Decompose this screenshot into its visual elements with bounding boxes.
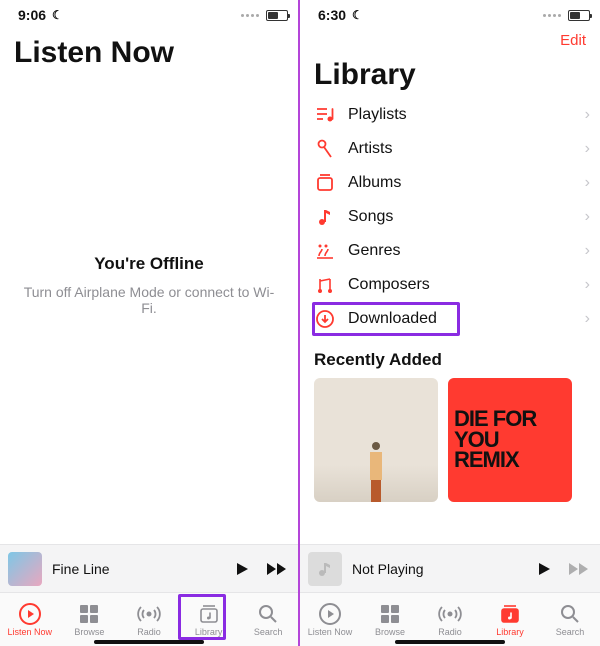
dnd-moon-icon: ☾ (52, 8, 63, 22)
grid-icon (79, 603, 99, 625)
clock: 6:30 (318, 7, 346, 23)
tab-listen-now[interactable]: Listen Now (0, 593, 60, 646)
play-circle-icon (19, 603, 41, 625)
offline-subtitle: Turn off Airplane Mode or connect to Wi-… (18, 284, 280, 316)
tab-library[interactable]: Library (480, 593, 540, 646)
list-label: Composers (348, 276, 573, 294)
tab-label: Browse (74, 627, 104, 637)
radio-icon (137, 603, 161, 625)
tab-listen-now[interactable]: Listen Now (300, 593, 360, 646)
composers-icon (314, 274, 336, 296)
albums-icon (314, 172, 336, 194)
list-label: Artists (348, 140, 573, 158)
clock: 9:06 (18, 7, 46, 23)
tab-radio[interactable]: Radio (420, 593, 480, 646)
radio-icon (438, 603, 462, 625)
grid-icon (380, 603, 400, 625)
offline-title: You're Offline (18, 254, 280, 274)
mic-icon (314, 138, 336, 160)
play-icon[interactable] (536, 561, 552, 577)
album-art-placeholder-icon (308, 552, 342, 586)
now-playing-bar[interactable]: Fine Line (0, 544, 298, 592)
search-icon (560, 603, 580, 625)
home-indicator[interactable] (395, 640, 505, 644)
list-label: Albums (348, 174, 573, 192)
chevron-right-icon: › (585, 174, 590, 192)
album-card[interactable] (314, 378, 438, 502)
tab-search[interactable]: Search (238, 593, 298, 646)
recently-added-heading: Recently Added (300, 336, 600, 378)
phone-library: 6:30 ☾ Edit Library Playlists › Arti (300, 0, 600, 646)
content-area: Playlists › Artists › Albums › Songs › (300, 98, 600, 544)
tab-bar: Listen Now Browse Radio Library Search (300, 592, 600, 646)
now-playing-title: Not Playing (352, 561, 526, 577)
content-area: You're Offline Turn off Airplane Mode or… (0, 76, 298, 544)
phone-listen-now: 9:06 ☾ Listen Now You're Offline Turn of… (0, 0, 300, 646)
play-circle-icon (319, 603, 341, 625)
play-icon[interactable] (234, 561, 250, 577)
note-icon (314, 206, 336, 228)
chevron-right-icon: › (585, 276, 590, 294)
chevron-right-icon: › (585, 242, 590, 260)
tab-browse[interactable]: Browse (360, 593, 420, 646)
list-item-albums[interactable]: Albums › (314, 166, 600, 200)
chevron-right-icon: › (585, 106, 590, 124)
guitar-icon (314, 240, 336, 262)
next-icon[interactable] (266, 562, 288, 576)
list-item-genres[interactable]: Genres › (314, 234, 600, 268)
signal-dots-icon (543, 14, 561, 17)
tab-radio[interactable]: Radio (119, 593, 179, 646)
chevron-right-icon: › (585, 310, 590, 328)
highlight-library-tab (178, 594, 226, 640)
list-item-playlists[interactable]: Playlists › (314, 98, 600, 132)
list-label: Genres (348, 242, 573, 260)
chevron-right-icon: › (585, 140, 590, 158)
home-indicator[interactable] (94, 640, 204, 644)
album-cover-text: DIE FOR YOU REMIX (454, 409, 566, 472)
tab-browse[interactable]: Browse (60, 593, 120, 646)
tab-label: Listen Now (308, 627, 353, 637)
album-art-icon (8, 552, 42, 586)
album-card[interactable]: DIE FOR YOU REMIX (448, 378, 572, 502)
library-icon (499, 603, 521, 625)
next-icon[interactable] (568, 562, 590, 576)
tab-label: Radio (438, 627, 462, 637)
battery-icon (568, 10, 590, 21)
search-icon (258, 603, 278, 625)
tab-label: Listen Now (8, 627, 53, 637)
page-title: Listen Now (0, 26, 298, 76)
tab-label: Browse (375, 627, 405, 637)
list-item-songs[interactable]: Songs › (314, 200, 600, 234)
status-bar: 9:06 ☾ (0, 0, 298, 26)
list-item-composers[interactable]: Composers › (314, 268, 600, 302)
library-list: Playlists › Artists › Albums › Songs › (300, 98, 600, 336)
list-item-artists[interactable]: Artists › (314, 132, 600, 166)
signal-dots-icon (241, 14, 259, 17)
list-label: Playlists (348, 106, 573, 124)
now-playing-title: Fine Line (52, 561, 224, 577)
tab-label: Radio (137, 627, 161, 637)
tab-label: Search (556, 627, 585, 637)
status-bar: 6:30 ☾ (300, 0, 600, 26)
page-title: Library (300, 48, 600, 98)
recently-added-row[interactable]: DIE FOR YOU REMIX (300, 378, 600, 502)
battery-icon (266, 10, 288, 21)
tab-label: Library (496, 627, 524, 637)
edit-button[interactable]: Edit (560, 32, 586, 48)
tab-search[interactable]: Search (540, 593, 600, 646)
highlight-downloaded (312, 302, 460, 336)
playlists-icon (314, 104, 336, 126)
list-label: Songs (348, 208, 573, 226)
tab-label: Search (254, 627, 283, 637)
now-playing-bar[interactable]: Not Playing (300, 544, 600, 592)
dnd-moon-icon: ☾ (352, 8, 363, 22)
tab-bar: Listen Now Browse Radio Library Search (0, 592, 298, 646)
chevron-right-icon: › (585, 208, 590, 226)
